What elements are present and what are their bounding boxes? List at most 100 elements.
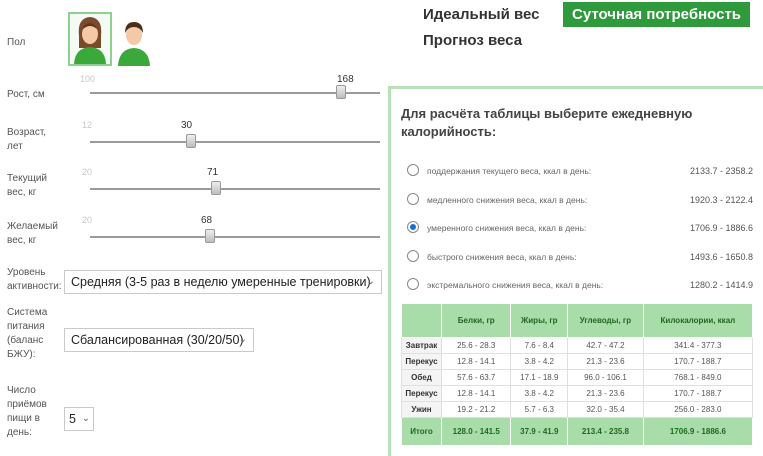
calorie-option-slow[interactable]: медленного снижения веса, ккал в день: 1… bbox=[407, 190, 753, 210]
table-cell: Завтрак bbox=[401, 337, 442, 354]
current-weight-label-line2: вес, кг bbox=[7, 187, 37, 198]
activity-select-value: Средняя (3-5 раз в неделю умеренные трен… bbox=[71, 275, 371, 289]
desired-weight-label: Желаемый вес, кг bbox=[7, 220, 58, 248]
calorie-option-extreme[interactable]: экстремального снижения веса, ккал в ден… bbox=[407, 275, 753, 295]
table-row: Ужин 19.2 - 21.2 5.7 - 6.3 32.0 - 35.4 2… bbox=[401, 401, 754, 418]
meals-label-line1: Число bbox=[7, 385, 36, 396]
table-header-cell: Килокалории, ккал bbox=[642, 303, 754, 338]
height-slider-thumb[interactable] bbox=[336, 85, 346, 99]
table-cell: 3.8 - 4.2 bbox=[510, 385, 569, 402]
table-cell: 213.4 - 235.8 bbox=[567, 417, 644, 446]
table-cell: 128.0 - 141.5 bbox=[440, 417, 512, 446]
table-cell: 170.7 - 188.7 bbox=[642, 353, 754, 370]
nutrition-table: Белки, гр Жиры, гр Углеводы, гр Килокало… bbox=[401, 303, 754, 446]
age-slider[interactable] bbox=[90, 141, 380, 143]
table-row: Завтрак 25.6 - 28.3 7.6 - 8.4 42.7 - 47.… bbox=[401, 337, 754, 354]
option-label: быстрого снижения веса, ккал в день: bbox=[427, 252, 577, 262]
table-cell: 3.8 - 4.2 bbox=[510, 353, 569, 370]
table-cell: 768.1 - 849.0 bbox=[642, 369, 754, 386]
table-header-cell: Жиры, гр bbox=[510, 303, 569, 338]
calorie-option-maintain[interactable]: поддержания текущего веса, ккал в день: … bbox=[407, 161, 753, 181]
radio-maintain[interactable] bbox=[407, 164, 419, 176]
meals-label-line4: день: bbox=[7, 427, 32, 438]
desired-weight-label-line2: вес, кг bbox=[7, 235, 37, 246]
table-cell: 96.0 - 106.1 bbox=[567, 369, 644, 386]
current-weight-slider-thumb[interactable] bbox=[211, 181, 221, 195]
table-cell: Перекус bbox=[401, 353, 442, 370]
diet-label-line3: (баланс bbox=[7, 335, 44, 346]
option-label: экстремального снижения веса, ккал в ден… bbox=[427, 280, 604, 290]
option-range: 2133.7 - 2358.2 bbox=[689, 166, 753, 176]
table-header-row: Белки, гр Жиры, гр Углеводы, гр Килокало… bbox=[401, 303, 754, 338]
table-row: Перекус 12.8 - 14.1 3.8 - 4.2 21.3 - 23.… bbox=[401, 385, 754, 402]
diet-label-line1: Система bbox=[7, 307, 48, 318]
current-weight-label: Текущий вес, кг bbox=[7, 172, 47, 200]
age-label: Возраст, лет bbox=[7, 126, 46, 154]
calorie-panel: Для расчёта таблицы выберите ежедневную … bbox=[388, 86, 763, 456]
height-min: 100 bbox=[80, 74, 96, 84]
radio-fast[interactable] bbox=[407, 250, 419, 262]
meals-select[interactable]: 5 ⌄ bbox=[64, 407, 94, 431]
table-cell: 7.6 - 8.4 bbox=[510, 337, 569, 354]
diet-select-value: Сбалансированная (30/20/50) bbox=[71, 333, 244, 347]
option-label: поддержания текущего веса, ккал в день: bbox=[427, 166, 592, 176]
age-min: 12 bbox=[82, 120, 93, 130]
age-slider-thumb[interactable] bbox=[186, 134, 196, 148]
table-cell: 19.2 - 21.2 bbox=[440, 401, 512, 418]
desired-weight-label-line1: Желаемый bbox=[7, 221, 58, 232]
age-label-line1: Возраст, bbox=[7, 127, 47, 138]
age-label-line2: лет bbox=[7, 141, 23, 152]
table-cell: Обед bbox=[401, 369, 442, 386]
option-label: медленного снижения веса, ккал в день: bbox=[427, 195, 588, 205]
table-cell: 256.0 - 283.0 bbox=[642, 401, 754, 418]
table-cell: 341.4 - 377.3 bbox=[642, 337, 754, 354]
activity-label-line1: Уровень bbox=[7, 267, 46, 278]
table-cell: 17.1 - 18.9 bbox=[510, 369, 569, 386]
gender-male-option[interactable] bbox=[112, 12, 156, 66]
table-cell: Ужин bbox=[401, 401, 442, 418]
activity-label-line2: активности: bbox=[7, 281, 62, 292]
tab-daily-needs[interactable]: Суточная потребность bbox=[563, 2, 751, 27]
current-weight-value: 71 bbox=[207, 167, 219, 178]
diet-label: Система питания (баланс БЖУ): bbox=[7, 306, 47, 362]
radio-extreme[interactable] bbox=[407, 278, 419, 290]
option-range: 1706.9 - 1886.6 bbox=[689, 223, 753, 233]
tab-weight-forecast[interactable]: Прогноз веса bbox=[414, 28, 532, 53]
radio-slow[interactable] bbox=[407, 193, 419, 205]
chevron-down-icon: ⌄ bbox=[366, 276, 375, 287]
current-weight-label-line1: Текущий bbox=[7, 173, 47, 184]
tab-ideal-weight[interactable]: Идеальный вес bbox=[414, 2, 549, 27]
meals-select-value: 5 bbox=[69, 412, 76, 426]
diet-label-line4: БЖУ): bbox=[7, 349, 36, 360]
female-avatar-icon bbox=[74, 17, 106, 64]
table-header-cell: Белки, гр bbox=[440, 303, 512, 338]
table-cell: 5.7 - 6.3 bbox=[510, 401, 569, 418]
table-cell: 21.3 - 23.6 bbox=[567, 353, 644, 370]
height-value: 168 bbox=[337, 74, 354, 85]
option-range: 1920.3 - 2122.4 bbox=[689, 195, 753, 205]
current-weight-min: 20 bbox=[82, 167, 93, 177]
table-cell: 37.9 - 41.9 bbox=[510, 417, 569, 446]
option-label: умеренного снижения веса, ккал в день: bbox=[427, 223, 587, 233]
table-total-row: Итого 128.0 - 141.5 37.9 - 41.9 213.4 - … bbox=[401, 417, 754, 446]
desired-weight-slider-thumb[interactable] bbox=[205, 229, 215, 243]
calorie-option-moderate[interactable]: умеренного снижения веса, ккал в день: 1… bbox=[407, 218, 753, 238]
table-cell: 12.8 - 14.1 bbox=[440, 353, 512, 370]
table-cell: Итого bbox=[401, 417, 442, 446]
diet-label-line2: питания bbox=[7, 321, 45, 332]
diet-select[interactable]: Сбалансированная (30/20/50) ⌄ bbox=[64, 328, 254, 352]
desired-weight-slider[interactable] bbox=[90, 236, 380, 238]
table-cell: 25.6 - 28.3 bbox=[440, 337, 512, 354]
panel-title: Для расчёта таблицы выберите ежедневную … bbox=[401, 106, 693, 139]
table-cell: 12.8 - 14.1 bbox=[440, 385, 512, 402]
gender-female-option[interactable] bbox=[68, 12, 112, 66]
table-row: Перекус 12.8 - 14.1 3.8 - 4.2 21.3 - 23.… bbox=[401, 353, 754, 370]
age-value: 30 bbox=[181, 120, 193, 131]
desired-weight-value: 68 bbox=[201, 215, 213, 226]
calorie-option-fast[interactable]: быстрого снижения веса, ккал в день: 149… bbox=[407, 247, 753, 267]
activity-select[interactable]: Средняя (3-5 раз в неделю умеренные трен… bbox=[64, 270, 382, 294]
table-cell: 57.6 - 63.7 bbox=[440, 369, 512, 386]
current-weight-slider[interactable] bbox=[90, 188, 380, 190]
table-header-cell bbox=[401, 303, 442, 338]
radio-moderate[interactable] bbox=[407, 221, 419, 233]
